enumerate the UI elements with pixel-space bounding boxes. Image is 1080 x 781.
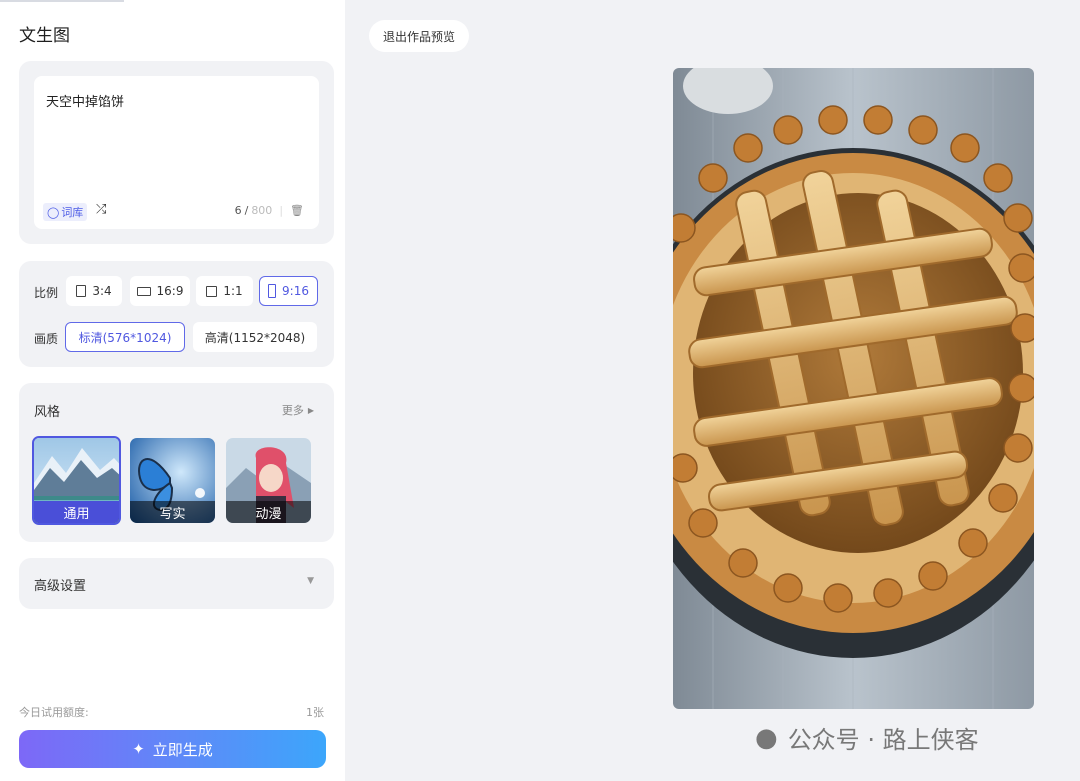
- tall-ratio-icon: [268, 284, 277, 298]
- ratio-option-label: 9:16: [282, 284, 309, 298]
- lexicon-button[interactable]: ◯ 词库: [43, 203, 88, 221]
- style-title: 风格: [34, 405, 61, 420]
- sparkle-icon: ✦: [132, 740, 145, 758]
- options-card: 比例 3:4 16:9 1:1 9:16 画质 标清(576*1024) 高清(…: [19, 261, 334, 367]
- style-option-label: 通用: [34, 501, 119, 523]
- watermark: ● 公众号 · 路上侠客: [755, 720, 979, 755]
- ratio-option-label: 3:4: [92, 284, 112, 298]
- triangle-right-icon: ▶: [307, 405, 314, 415]
- quality-label: 画质: [34, 332, 59, 346]
- wechat-icon: ●: [755, 722, 778, 753]
- count-separator: /: [244, 204, 249, 217]
- style-option-realistic[interactable]: 写实: [130, 438, 215, 523]
- ratio-label: 比例: [34, 286, 59, 300]
- style-option-label: 写实: [130, 501, 215, 523]
- ratio-option-1-1[interactable]: 1:1: [196, 276, 253, 306]
- ratio-option-16-9[interactable]: 16:9: [130, 276, 190, 306]
- chevron-down-icon: ▼: [307, 576, 314, 586]
- lightbulb-icon: ◯: [47, 205, 60, 219]
- count-current: 6: [234, 204, 242, 217]
- ratio-option-3-4[interactable]: 3:4: [66, 276, 122, 306]
- square-ratio-icon: [206, 285, 218, 297]
- char-counter: 6 / 800 | 🗑: [235, 204, 304, 217]
- generated-image[interactable]: [673, 68, 1034, 709]
- preview-area: 退出作品预览 ● 公众号 · 路上侠客: [345, 0, 1080, 781]
- quality-option-sd[interactable]: 标清(576*1024): [65, 322, 185, 352]
- divider: [0, 0, 124, 2]
- exit-preview-button[interactable]: 退出作品预览: [369, 20, 470, 52]
- lexicon-label: 词库: [61, 206, 84, 219]
- more-label: 更多: [281, 404, 304, 417]
- style-option-label: 动漫: [226, 501, 311, 523]
- generate-button[interactable]: ✦ 立即生成: [19, 730, 326, 768]
- style-option-anime[interactable]: 动漫: [226, 438, 311, 523]
- ratio-option-label: 16:9: [156, 284, 184, 298]
- trash-icon[interactable]: 🗑: [290, 204, 304, 217]
- ratio-option-9-16[interactable]: 9:16: [259, 276, 318, 306]
- left-panel: 文生图 天空中掉馅饼 ◯ 词库 ⤮ 6 / 800 | 🗑 比例 3:4 16:…: [0, 0, 345, 781]
- quality-option-hd[interactable]: 高清(1152*2048): [193, 322, 317, 352]
- advanced-settings-label: 高级设置: [34, 579, 87, 594]
- quota-value: 1张: [306, 706, 324, 719]
- prompt-text[interactable]: 天空中掉馅饼: [46, 91, 124, 110]
- shuffle-icon[interactable]: ⤮: [96, 202, 106, 217]
- count-max: 800: [251, 204, 273, 217]
- divider: |: [279, 204, 284, 217]
- more-styles-button[interactable]: 更多 ▶: [282, 402, 314, 418]
- quota-label: 今日试用额度:: [19, 706, 89, 719]
- page-title: 文生图: [19, 26, 70, 46]
- style-card: 风格 更多 ▶ 通用 写实 动漫: [19, 383, 334, 542]
- ratio-option-label: 1:1: [223, 284, 243, 298]
- prompt-card: 天空中掉馅饼 ◯ 词库 ⤮ 6 / 800 | 🗑: [19, 61, 334, 244]
- prompt-input[interactable]: 天空中掉馅饼 ◯ 词库 ⤮ 6 / 800 | 🗑: [34, 76, 319, 229]
- watermark-text: 公众号 · 路上侠客: [787, 726, 979, 754]
- landscape-ratio-icon: [136, 286, 151, 296]
- portrait-ratio-icon: [76, 285, 87, 297]
- generate-label: 立即生成: [152, 740, 213, 759]
- style-option-general[interactable]: 通用: [32, 436, 121, 525]
- advanced-settings[interactable]: 高级设置 ▼: [19, 558, 334, 609]
- lattice-pie-image: [673, 68, 1034, 709]
